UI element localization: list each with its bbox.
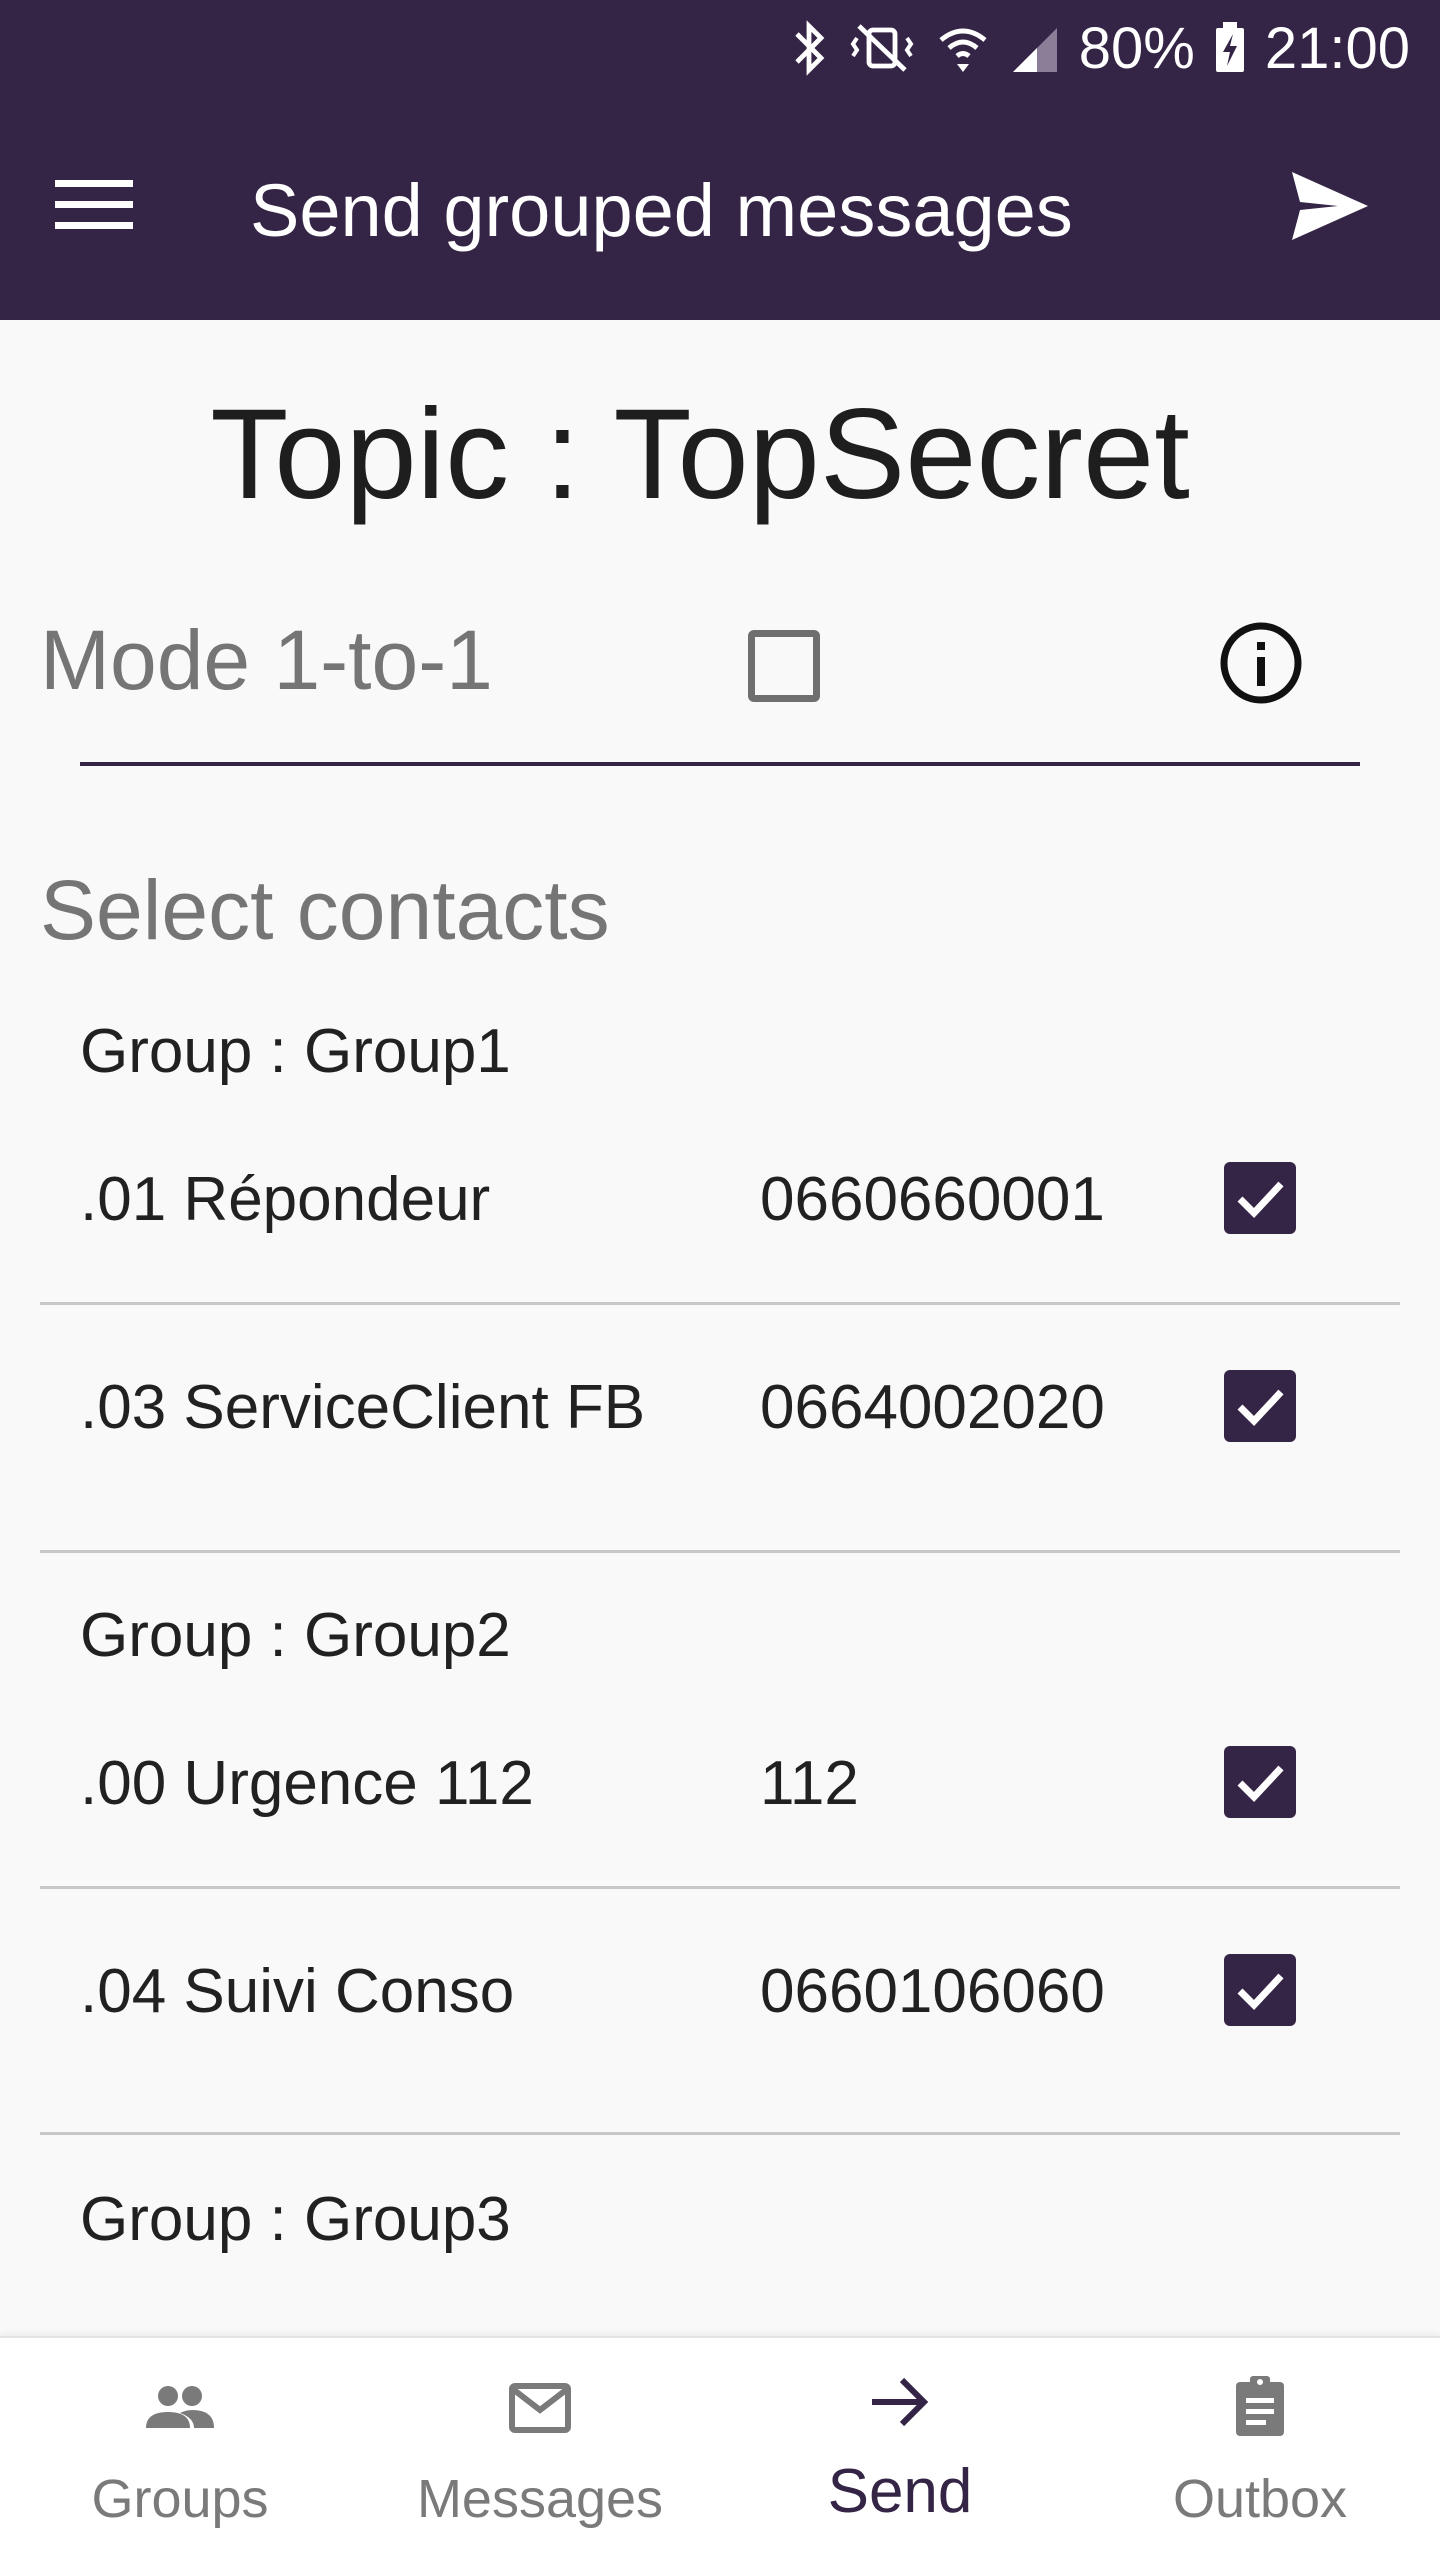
bottom-navigation: Groups Messages Send Outbox [0,2336,1440,2560]
contact-checkbox[interactable] [1224,1370,1296,1442]
contact-name: .00 Urgence 112 [80,1749,534,1818]
groups-icon [0,2380,360,2436]
signal-icon [1009,20,1061,76]
bluetooth-icon [789,20,829,76]
nav-label: Messages [416,2469,664,2529]
mode-checkbox[interactable] [748,630,820,702]
contact-checkbox[interactable] [1224,1954,1296,2026]
row-divider [40,2132,1400,2135]
contact-name: .03 ServiceClient FB [80,1373,646,1442]
contact-number: 112 [760,1749,859,1818]
contact-row[interactable]: .03 ServiceClient FB 0664002020 [0,1368,1440,1448]
wifi-icon [935,20,991,76]
app-root: 80% 21:00 Send grouped messages Topic : … [0,0,1440,2560]
contact-row[interactable]: .04 Suivi Conso 0660106060 [0,1952,1440,2032]
app-title: Send grouped messages [250,169,1073,252]
contact-name: .04 Suivi Conso [80,1957,515,2026]
status-bar: 80% 21:00 [0,0,1440,96]
contact-row[interactable]: .01 Répondeur 0660660001 [0,1160,1440,1240]
contact-name: .01 Répondeur [80,1165,491,1234]
nav-item-outbox[interactable]: Outbox [1080,2338,1440,2560]
nav-label: Outbox [1172,2469,1348,2529]
row-divider [40,1550,1400,1553]
check-icon [1237,1973,1284,2011]
arrow-right-icon [720,2374,1080,2430]
battery-percent: 80% [1078,15,1195,81]
send-icon[interactable] [1270,156,1390,256]
contact-number: 0664002020 [760,1373,1105,1442]
mode-divider [80,762,1360,766]
nav-item-messages[interactable]: Messages [360,2338,720,2560]
contact-number: 0660106060 [760,1957,1105,2026]
check-icon [1237,1389,1284,1427]
contact-checkbox[interactable] [1224,1162,1296,1234]
check-icon [1237,1765,1284,1803]
vibrate-icon [847,20,917,76]
group-header: Group : Group3 [80,2185,511,2254]
topic-title: Topic : TopSecret [210,383,1190,526]
group-header: Group : Group1 [80,1017,511,1086]
mail-icon [360,2380,720,2436]
row-divider [40,1886,1400,1889]
check-icon [1237,1181,1284,1219]
contact-row[interactable]: .00 Urgence 112 112 [0,1744,1440,1824]
row-divider [40,1302,1400,1305]
mode-label: Mode 1-to-1 [40,613,493,707]
app-bar: Send grouped messages [0,96,1440,320]
hamburger-menu-icon[interactable] [40,154,150,254]
clock: 21:00 [1264,15,1410,81]
battery-charging-icon [1213,20,1247,76]
contact-number: 0660660001 [760,1165,1105,1234]
contact-checkbox[interactable] [1224,1746,1296,1818]
info-icon[interactable] [1218,620,1304,706]
nav-label: Groups [91,2469,269,2529]
clipboard-icon [1080,2374,1440,2438]
group-header: Group : Group2 [80,1601,511,1670]
nav-item-send[interactable]: Send [720,2338,1080,2560]
select-contacts-title: Select contacts [40,863,610,957]
nav-item-groups[interactable]: Groups [0,2338,360,2560]
nav-label: Send [827,2457,973,2526]
